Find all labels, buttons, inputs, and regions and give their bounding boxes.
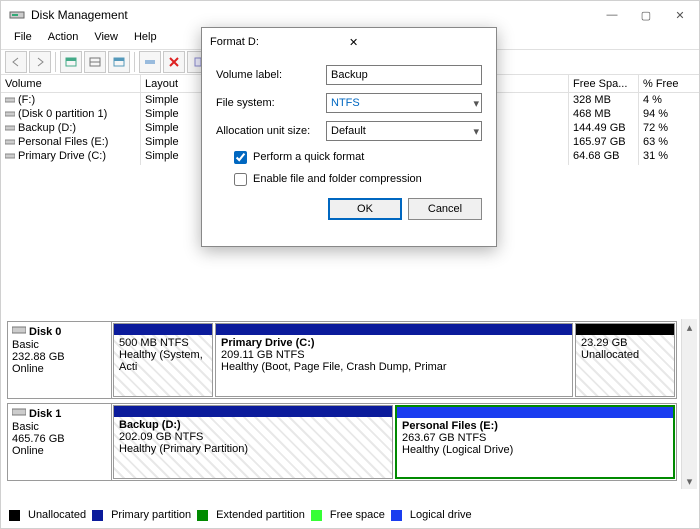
scroll-up-icon[interactable]: ▴	[682, 319, 697, 335]
drive-icon	[5, 123, 15, 133]
partition[interactable]: 23.29 GBUnallocated	[575, 323, 675, 397]
allocation-unit-label: Allocation unit size:	[216, 125, 326, 137]
legend-swatch-freespace	[311, 510, 322, 521]
delete-button[interactable]	[163, 51, 185, 73]
scrollbar[interactable]: ▴ ▾	[681, 319, 697, 489]
cell: 4 %	[639, 93, 699, 107]
tool-button-2[interactable]	[84, 51, 106, 73]
menu-action[interactable]: Action	[41, 29, 86, 49]
cell: Simple	[141, 135, 205, 149]
legend-swatch-unallocated	[9, 510, 20, 521]
disk-management-window: Disk Management — ▢ ✕ File Action View H…	[0, 0, 700, 529]
quick-format-label: Perform a quick format	[253, 151, 364, 163]
cell: 94 %	[639, 107, 699, 121]
partition[interactable]: Backup (D:)202.09 GB NTFSHealthy (Primar…	[113, 405, 393, 479]
dialog-title: Format D:	[210, 36, 349, 48]
menu-file[interactable]: File	[7, 29, 39, 49]
volume-row[interactable]: (Disk 0 partition 1)	[1, 107, 140, 121]
titlebar: Disk Management — ▢ ✕	[1, 1, 699, 29]
format-dialog: Format D: ✕ Volume label: File system: N…	[201, 27, 497, 247]
disk-icon	[12, 406, 26, 421]
drive-icon	[5, 151, 15, 161]
maximize-button[interactable]: ▢	[629, 4, 663, 26]
compression-label: Enable file and folder compression	[253, 173, 422, 185]
cell: Simple	[141, 121, 205, 135]
disk-graphical-view: ▴ ▾ Disk 0 Basic 232.88 GB Online 500 MB…	[1, 319, 699, 489]
cell: 144.49 GB	[569, 121, 638, 135]
partition-color	[114, 324, 212, 335]
cell: 165.97 GB	[569, 135, 638, 149]
properties-button[interactable]	[139, 51, 161, 73]
ok-button[interactable]: OK	[328, 198, 402, 220]
menu-view[interactable]: View	[87, 29, 125, 49]
disk-row-0: Disk 0 Basic 232.88 GB Online 500 MB NTF…	[7, 321, 677, 399]
cell: 72 %	[639, 121, 699, 135]
cell: 64.68 GB	[569, 149, 638, 163]
partition-color	[216, 324, 572, 335]
disk-icon	[12, 324, 26, 339]
drive-icon	[5, 95, 15, 105]
partition-selected[interactable]: Personal Files (E:)263.67 GB NTFSHealthy…	[395, 405, 675, 479]
compression-checkbox[interactable]	[234, 173, 247, 186]
window-title: Disk Management	[31, 8, 595, 22]
partition-color	[397, 407, 673, 418]
quick-format-checkbox[interactable]	[234, 151, 247, 164]
volume-label-input[interactable]	[326, 65, 482, 85]
volume-row[interactable]: (F:)	[1, 93, 140, 107]
cell: 468 MB	[569, 107, 638, 121]
partition-color	[114, 406, 392, 417]
drive-icon	[5, 109, 15, 119]
file-system-select[interactable]: NTFS	[326, 93, 482, 113]
refresh-button[interactable]	[108, 51, 130, 73]
volume-row[interactable]: Backup (D:)	[1, 121, 140, 135]
back-button[interactable]	[5, 51, 27, 73]
col-header-pctfree[interactable]: % Free	[639, 75, 699, 93]
cell: Simple	[141, 107, 205, 121]
minimize-button[interactable]: —	[595, 4, 629, 26]
cell: 63 %	[639, 135, 699, 149]
partition[interactable]: Primary Drive (C:)209.11 GB NTFSHealthy …	[215, 323, 573, 397]
col-header-layout[interactable]: Layout	[141, 75, 205, 93]
legend-swatch-extended	[197, 510, 208, 521]
tool-button-1[interactable]	[60, 51, 82, 73]
close-button[interactable]: ✕	[663, 4, 697, 26]
legend-swatch-logical	[391, 510, 402, 521]
partition-color	[576, 324, 674, 335]
cell: 328 MB	[569, 93, 638, 107]
partition[interactable]: 500 MB NTFSHealthy (System, Acti	[113, 323, 213, 397]
col-header-volume[interactable]: Volume	[1, 75, 140, 93]
cancel-button[interactable]: Cancel	[408, 198, 482, 220]
legend-swatch-primary	[92, 510, 103, 521]
volume-row[interactable]: Personal Files (E:)	[1, 135, 140, 149]
col-header-free[interactable]: Free Spa...	[569, 75, 638, 93]
legend: Unallocated Primary partition Extended p…	[9, 506, 699, 524]
app-icon	[9, 7, 25, 23]
drive-icon	[5, 137, 15, 147]
forward-button[interactable]	[29, 51, 51, 73]
disk-row-1: Disk 1 Basic 465.76 GB Online Backup (D:…	[7, 403, 677, 481]
allocation-unit-select[interactable]: Default	[326, 121, 482, 141]
file-system-label: File system:	[216, 97, 326, 109]
menu-help[interactable]: Help	[127, 29, 164, 49]
disk-info[interactable]: Disk 1 Basic 465.76 GB Online	[8, 404, 112, 480]
cell: Simple	[141, 149, 205, 163]
cell: Simple	[141, 93, 205, 107]
disk-info[interactable]: Disk 0 Basic 232.88 GB Online	[8, 322, 112, 398]
cell: 31 %	[639, 149, 699, 163]
dialog-close-button[interactable]: ✕	[349, 36, 488, 49]
volume-row[interactable]: Primary Drive (C:)	[1, 149, 140, 163]
scroll-down-icon[interactable]: ▾	[682, 473, 697, 489]
volume-label-label: Volume label:	[216, 69, 326, 81]
